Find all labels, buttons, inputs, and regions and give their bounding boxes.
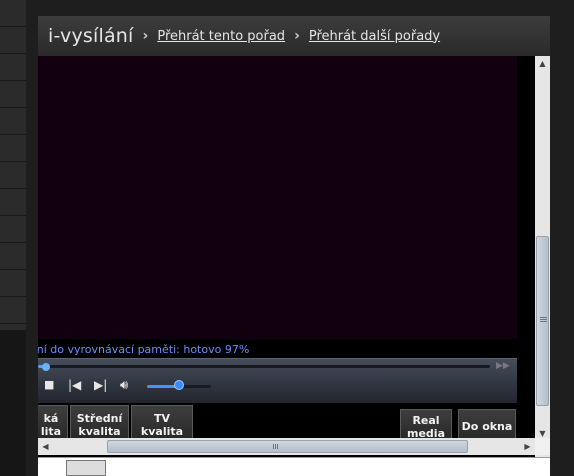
scroll-up-icon[interactable]: ▲ bbox=[535, 56, 550, 71]
content-area: ání do vyrovnávací paměti: hotovo 97% ▶▶… bbox=[38, 56, 535, 460]
next-icon[interactable]: ▶| bbox=[94, 378, 107, 392]
tab-label: Střední kvalita bbox=[76, 411, 123, 438]
tab-label: ká lita bbox=[40, 411, 62, 438]
horizontal-scroll-thumb[interactable] bbox=[107, 440, 468, 453]
buffer-status-text: ání do vyrovnávací paměti: hotovo 97% bbox=[38, 343, 250, 356]
seek-handle[interactable] bbox=[42, 363, 50, 371]
seek-bar[interactable] bbox=[38, 365, 490, 368]
breadcrumb-separator-icon: › bbox=[142, 28, 149, 44]
page-sidebar-bottom bbox=[0, 330, 26, 476]
tab-label: Do okna bbox=[461, 420, 513, 433]
vertical-scroll-thumb[interactable] bbox=[536, 236, 549, 406]
play-this-show-link[interactable]: Přehrát tento pořad bbox=[157, 29, 285, 44]
tab-label: Real media bbox=[407, 413, 445, 440]
breadcrumb-separator-icon: › bbox=[294, 28, 300, 44]
player-window: i-vysílání › Přehrát tento pořad › Přehr… bbox=[38, 16, 550, 476]
previous-icon[interactable]: |◀ bbox=[68, 378, 81, 392]
volume-handle[interactable] bbox=[174, 380, 184, 390]
play-other-shows-link[interactable]: Přehrát další pořady bbox=[309, 29, 440, 44]
video-display[interactable] bbox=[38, 56, 517, 339]
fast-forward-icon[interactable]: ▶▶ bbox=[496, 361, 510, 371]
page-sidebar-strip bbox=[0, 0, 26, 330]
volume-icon[interactable]: 🔊︎ bbox=[120, 378, 128, 393]
header-bar: i-vysílání › Přehrát tento pořad › Přehr… bbox=[38, 16, 550, 56]
brand-logo[interactable]: i-vysílání bbox=[48, 25, 134, 47]
scroll-right-icon[interactable]: ▶ bbox=[520, 438, 535, 455]
scroll-left-icon[interactable]: ◀ bbox=[38, 438, 53, 455]
grip-icon bbox=[273, 444, 279, 449]
page-bottom-area bbox=[38, 457, 550, 476]
grip-icon bbox=[540, 317, 547, 323]
thumbnail-image[interactable] bbox=[66, 460, 106, 476]
player-controls: ▶▶ ■ |◀ ▶| 🔊︎ bbox=[38, 358, 517, 403]
vertical-scrollbar[interactable]: ▲ ▼ bbox=[535, 56, 550, 460]
tab-label: TV kvalita bbox=[140, 411, 184, 438]
stop-icon[interactable]: ■ bbox=[44, 378, 54, 391]
horizontal-scrollbar[interactable]: ◀ ▶ bbox=[38, 438, 535, 455]
scrollbar-corner bbox=[535, 438, 550, 455]
